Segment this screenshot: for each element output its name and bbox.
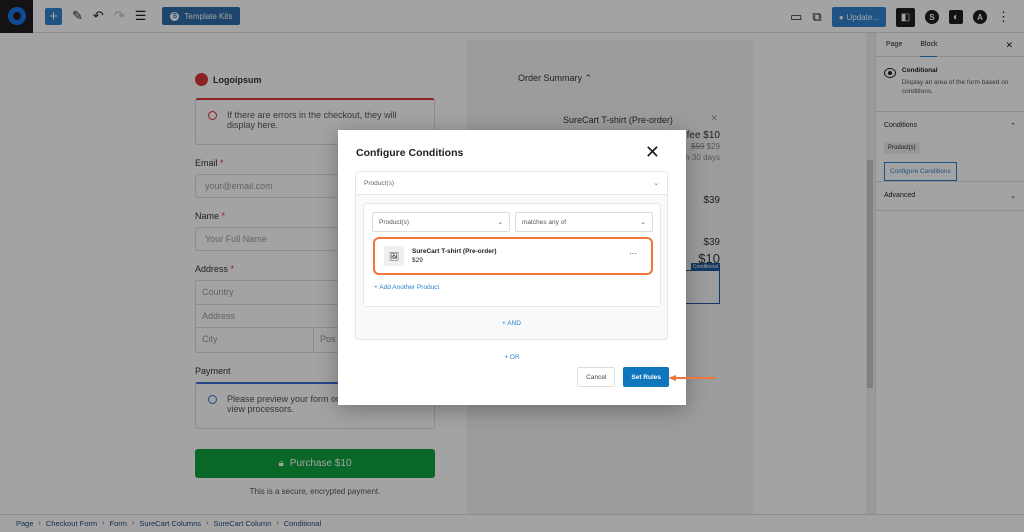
chevron-down-icon: ⌄ xyxy=(497,219,503,226)
condition-group: Product(s) ⌄ Product(s) ⌄ matches any of ⌄ … xyxy=(355,171,668,340)
cancel-button[interactable]: Cancel xyxy=(577,367,616,387)
rule-field-select[interactable]: Product(s) ⌄ xyxy=(372,212,510,232)
chevron-down-icon: ⌄ xyxy=(653,180,659,187)
image-icon: 🖼︎ xyxy=(384,246,404,266)
configure-conditions-modal: Configure Conditions ✕ Product(s) ⌄ Produ… xyxy=(338,130,686,405)
rule-operator-select[interactable]: matches any of ⌄ xyxy=(515,212,653,232)
add-another-product-link[interactable]: + Add Another Product xyxy=(374,284,439,291)
add-and-link[interactable]: + AND xyxy=(356,320,667,327)
rule-card: Product(s) ⌄ matches any of ⌄ 🖼︎ SureCart … xyxy=(363,203,661,307)
group-select[interactable]: Product(s) ⌄ xyxy=(356,172,667,195)
close-icon[interactable]: ✕ xyxy=(645,143,660,161)
more-options-icon[interactable]: ··· xyxy=(629,249,637,258)
annotation-arrow-icon xyxy=(668,375,716,381)
chevron-down-icon: ⌄ xyxy=(640,219,646,226)
add-or-link[interactable]: + OR xyxy=(338,354,686,361)
modal-title: Configure Conditions xyxy=(356,147,464,159)
selected-product[interactable]: 🖼︎ SureCart T-shirt (Pre-order) $29 ··· xyxy=(373,237,653,275)
set-rules-button[interactable]: Set Rules xyxy=(623,367,669,387)
